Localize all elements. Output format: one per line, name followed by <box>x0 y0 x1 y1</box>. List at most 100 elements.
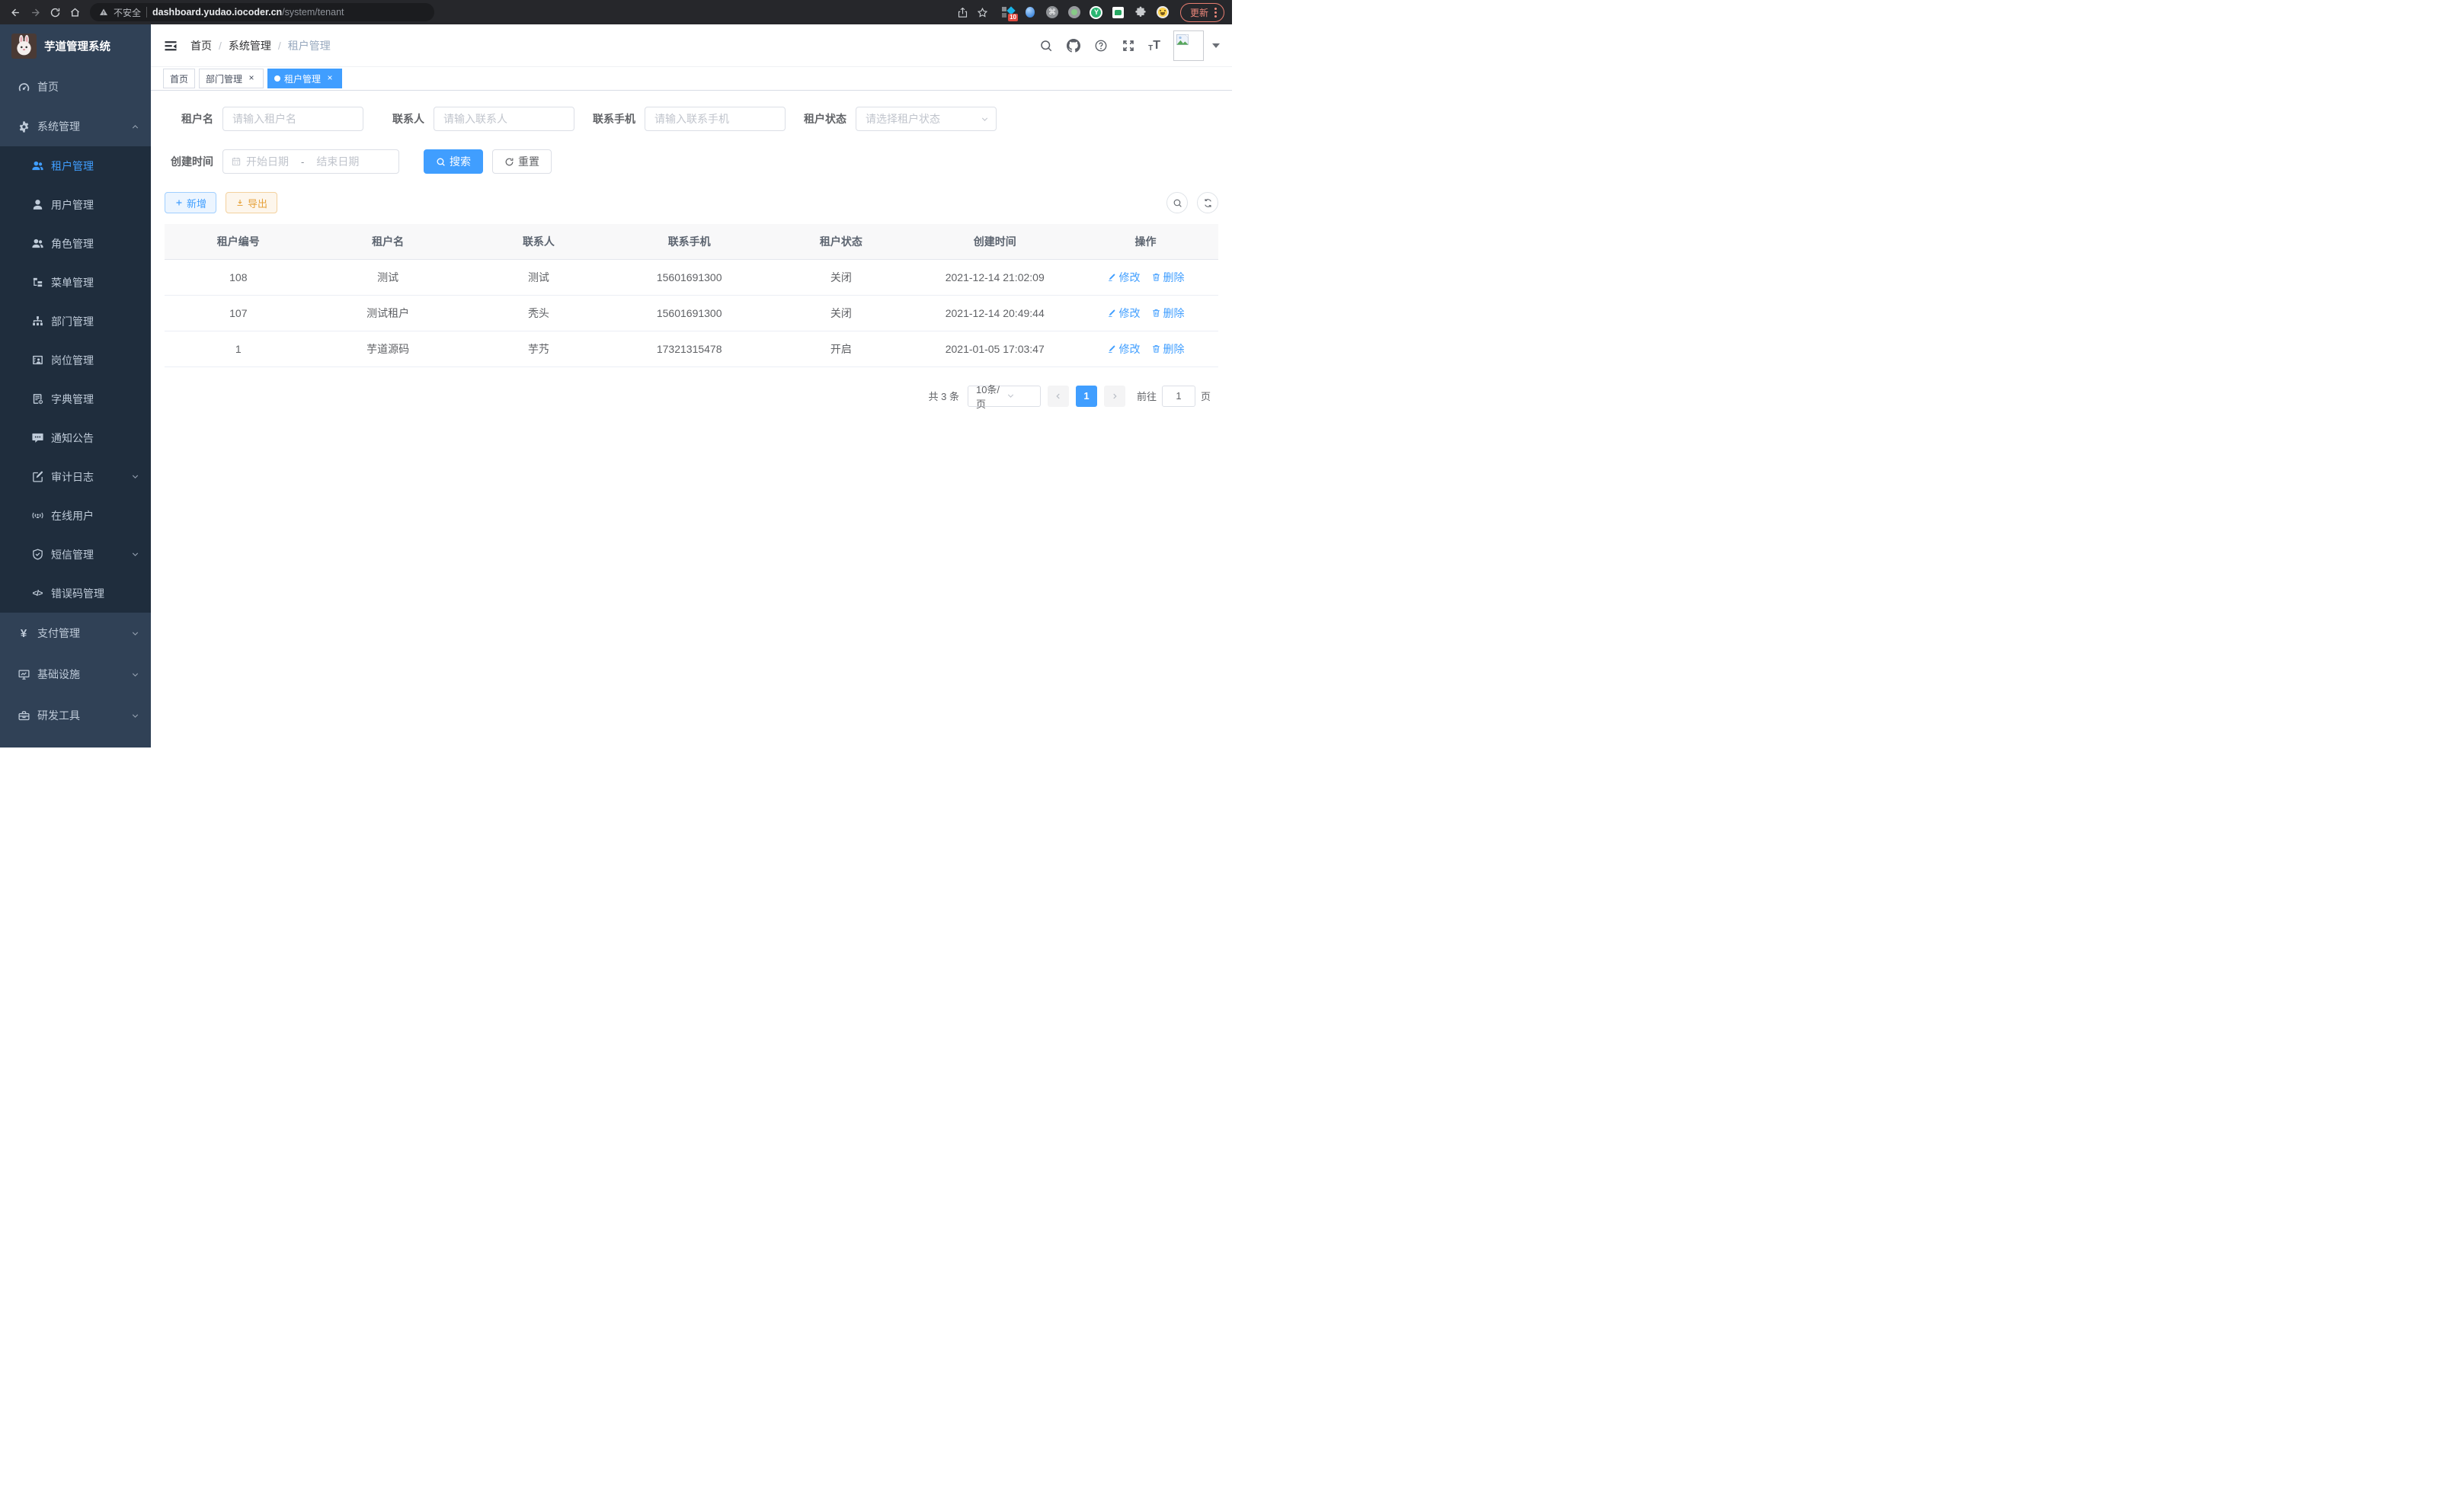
sidebar-item-home[interactable]: 首页 <box>0 67 151 107</box>
goto-page-input[interactable] <box>1162 386 1195 407</box>
edit-button[interactable]: 修改 <box>1107 306 1141 321</box>
page-size-select[interactable]: 10条/页 <box>968 386 1041 407</box>
extension-tray: 10 ⌘ Y <box>1001 5 1170 19</box>
sidebar-item-label: 支付管理 <box>37 626 80 641</box>
extension-yudao-icon[interactable]: Y <box>1090 5 1103 19</box>
sidebar-collapse-icon[interactable] <box>163 38 178 53</box>
help-icon[interactable] <box>1093 38 1108 53</box>
reset-button[interactable]: 重置 <box>492 149 552 174</box>
calendar-icon <box>231 156 242 167</box>
tab-close-icon[interactable]: × <box>246 73 257 84</box>
extension-balloon-icon[interactable] <box>1023 5 1037 19</box>
home-icon[interactable] <box>67 5 82 20</box>
prev-page-button[interactable] <box>1048 386 1069 407</box>
yen-icon: ¥ <box>17 626 30 640</box>
sidebar-item-tenant[interactable]: 租户管理 <box>0 146 151 185</box>
tab-home[interactable]: 首页 <box>163 69 195 88</box>
sidebar-item-user[interactable]: 用户管理 <box>0 185 151 224</box>
fullscreen-icon[interactable] <box>1121 38 1135 53</box>
export-button[interactable]: 导出 <box>226 192 277 213</box>
address-bar[interactable]: 不安全 dashboard.yudao.iocoder.cn/system/te… <box>90 3 434 21</box>
status-select[interactable]: 请选择租户状态 <box>856 107 997 131</box>
gauge-icon <box>17 80 30 94</box>
sidebar-item-sms[interactable]: 短信管理 <box>0 535 151 574</box>
pagination-goto: 前往 页 <box>1137 386 1211 407</box>
sidebar-item-infra[interactable]: 基础设施 <box>0 654 151 695</box>
forward-icon[interactable] <box>27 5 43 20</box>
security-warning-icon[interactable] <box>99 8 108 17</box>
sidebar-item-system[interactable]: 系统管理 <box>0 107 151 146</box>
date-range-picker[interactable]: 开始日期 - 结束日期 <box>222 149 399 174</box>
extensions-puzzle-icon[interactable] <box>1134 5 1147 19</box>
sidebar-item-error-code[interactable]: </>错误码管理 <box>0 574 151 613</box>
tenant-name-input[interactable] <box>222 107 363 131</box>
navbar: 首页/系统管理/租户管理 TT <box>151 24 1232 67</box>
profile-avatar-icon[interactable] <box>1156 5 1170 19</box>
column-header-3: 联系手机 <box>613 224 765 259</box>
share-icon[interactable] <box>955 5 971 20</box>
column-header-2: 联系人 <box>464 224 613 259</box>
search-button[interactable]: 搜索 <box>424 149 483 174</box>
sidebar-item-dept[interactable]: 部门管理 <box>0 302 151 341</box>
delete-button[interactable]: 删除 <box>1151 270 1185 285</box>
delete-button[interactable]: 删除 <box>1151 306 1185 321</box>
edit-button[interactable]: 修改 <box>1107 341 1141 357</box>
tab-close-icon[interactable]: × <box>325 73 335 84</box>
breadcrumb-item-1[interactable]: 系统管理 <box>229 38 271 53</box>
extension-grid-icon[interactable]: 10 <box>1001 5 1015 19</box>
dict-icon <box>30 392 44 406</box>
app-logo[interactable]: 芋道管理系统 <box>0 24 151 67</box>
contact-input[interactable] <box>434 107 574 131</box>
sidebar-item-menu[interactable]: 菜单管理 <box>0 263 151 302</box>
edit-button[interactable]: 修改 <box>1107 270 1141 285</box>
avatar[interactable] <box>1173 30 1204 61</box>
sidebar-item-label: 通知公告 <box>51 431 94 446</box>
delete-button[interactable]: 删除 <box>1151 341 1185 357</box>
cell-name: 测试 <box>312 259 464 295</box>
date-end-placeholder: 结束日期 <box>316 154 359 169</box>
extension-command-icon[interactable]: ⌘ <box>1045 5 1059 19</box>
browser-window: 不安全 dashboard.yudao.iocoder.cn/system/te… <box>0 0 1232 748</box>
search-icon[interactable] <box>1038 38 1053 53</box>
breadcrumb-item-0[interactable]: 首页 <box>190 38 212 53</box>
add-button[interactable]: 新增 <box>165 192 216 213</box>
browser-update-button[interactable]: 更新 <box>1180 3 1224 22</box>
avatar-caret-icon[interactable] <box>1212 43 1220 48</box>
bookmark-star-icon[interactable] <box>975 5 990 20</box>
tab-dept[interactable]: 部门管理× <box>199 69 264 88</box>
table-toolbar: 新增 导出 <box>165 192 1218 213</box>
sidebar-item-notice[interactable]: 通知公告 <box>0 418 151 457</box>
infra-icon <box>17 667 30 681</box>
sidebar-item-audit-log[interactable]: 审计日志 <box>0 457 151 496</box>
sidebar-item-label: 首页 <box>37 79 59 94</box>
back-icon[interactable] <box>8 5 23 20</box>
reload-icon[interactable] <box>47 5 62 20</box>
extension-chat-icon[interactable] <box>1112 5 1125 19</box>
navbar-actions: TT <box>1038 30 1220 61</box>
sidebar-item-role[interactable]: 角色管理 <box>0 224 151 263</box>
github-icon[interactable] <box>1066 38 1080 53</box>
shield-icon <box>30 548 44 562</box>
next-page-button[interactable] <box>1104 386 1125 407</box>
browser-menu-icon[interactable] <box>1214 8 1217 18</box>
font-size-icon[interactable]: TT <box>1148 39 1160 53</box>
page-number-1[interactable]: 1 <box>1076 386 1097 407</box>
show-search-button[interactable] <box>1166 192 1188 213</box>
sidebar-item-label: 审计日志 <box>51 469 94 485</box>
tab-tenant[interactable]: 租户管理× <box>267 69 342 88</box>
delete-button-icon <box>1151 344 1161 354</box>
cell-name: 芋道源码 <box>312 331 464 367</box>
sidebar-item-post[interactable]: 岗位管理 <box>0 341 151 379</box>
mobile-input[interactable] <box>645 107 786 131</box>
refresh-table-button[interactable] <box>1197 192 1218 213</box>
chevron-down-icon <box>1006 391 1035 401</box>
users-icon <box>30 237 44 251</box>
table-header: 租户编号租户名联系人联系手机租户状态创建时间操作 <box>165 224 1218 259</box>
sidebar-item-online-user[interactable]: 在线用户 <box>0 496 151 535</box>
sidebar-item-dict[interactable]: 字典管理 <box>0 379 151 418</box>
extension-record-icon[interactable] <box>1067 5 1081 19</box>
sidebar-item-dev-tools[interactable]: 研发工具 <box>0 695 151 736</box>
tenant-name-label: 租户名 <box>165 111 213 126</box>
sidebar-item-pay[interactable]: ¥ 支付管理 <box>0 613 151 654</box>
column-header-6: 操作 <box>1073 224 1218 259</box>
